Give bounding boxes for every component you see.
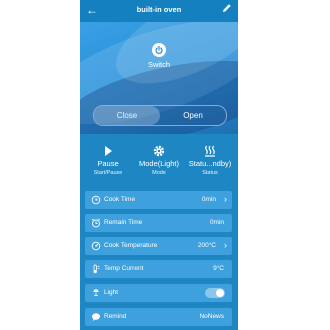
remind-row: Remind NoNews xyxy=(85,308,232,326)
remain-time-row: Remain Time 0min xyxy=(85,214,232,232)
alarm-clock-icon xyxy=(91,218,101,228)
temp-current-label: Temp Current xyxy=(104,265,144,272)
hero-panel: Switch Close Open xyxy=(80,22,238,134)
lamp-icon xyxy=(91,288,101,298)
pause-label: Pause xyxy=(97,159,119,168)
steam-icon xyxy=(184,144,236,158)
remind-value: NoNews xyxy=(199,313,224,320)
edit-pencil-icon[interactable] xyxy=(221,3,233,17)
cook-temperature-label: Cook Temperature xyxy=(104,242,158,249)
pause-control[interactable]: Pause Start/Pause xyxy=(82,142,134,182)
status-sublabel: Status xyxy=(202,170,218,176)
chevron-right-icon: › xyxy=(224,240,227,250)
remain-time-value: 0min xyxy=(209,219,224,226)
pause-sublabel: Start/Pause xyxy=(93,170,123,176)
open-option[interactable]: Open xyxy=(160,106,226,125)
temp-current-row: Temp Current 9°C xyxy=(85,260,232,278)
light-label: Light xyxy=(104,289,119,296)
clock-icon xyxy=(91,195,101,205)
gear-icon xyxy=(133,144,185,158)
cook-temperature-row[interactable]: Cook Temperature 200°C › xyxy=(85,237,232,255)
status-control[interactable]: Statu...ndby) Status xyxy=(184,142,236,182)
close-open-segmented-control: Close Open xyxy=(93,105,227,126)
mode-controls: Pause Start/Pause Mode(Light) Mode Statu… xyxy=(80,142,238,182)
close-option[interactable]: Close xyxy=(94,106,160,125)
temp-current-value: 9°C xyxy=(213,265,224,272)
page-title: built-in oven xyxy=(136,5,182,14)
temperature-gauge-icon xyxy=(91,241,101,251)
switch-label: Switch xyxy=(147,60,171,69)
remind-label: Remind xyxy=(104,313,127,320)
cook-time-value: 0min xyxy=(201,196,216,203)
light-toggle[interactable] xyxy=(205,288,225,298)
cook-time-row[interactable]: Cook Time 0min › xyxy=(85,191,232,209)
cook-time-label: Cook Time xyxy=(104,196,136,203)
mode-label: Mode(Light) xyxy=(138,159,180,168)
light-row: Light xyxy=(85,284,232,302)
remain-time-label: Remain Time xyxy=(104,219,143,226)
status-label: Statu...ndby) xyxy=(188,159,232,168)
play-icon xyxy=(82,144,134,158)
mode-control[interactable]: Mode(Light) Mode xyxy=(133,142,185,182)
power-icon xyxy=(155,45,163,54)
mode-sublabel: Mode xyxy=(152,170,166,176)
cook-temperature-value: 200°C xyxy=(197,242,216,249)
thermometer-icon xyxy=(91,264,101,274)
chevron-right-icon: › xyxy=(224,194,227,204)
chat-bubble-icon xyxy=(91,312,101,322)
top-bar: ← built-in oven xyxy=(80,0,238,22)
toggle-knob xyxy=(216,289,224,297)
oven-app: ← built-in oven Switch Close Open Pause … xyxy=(80,0,238,330)
power-switch-button[interactable] xyxy=(152,43,166,57)
